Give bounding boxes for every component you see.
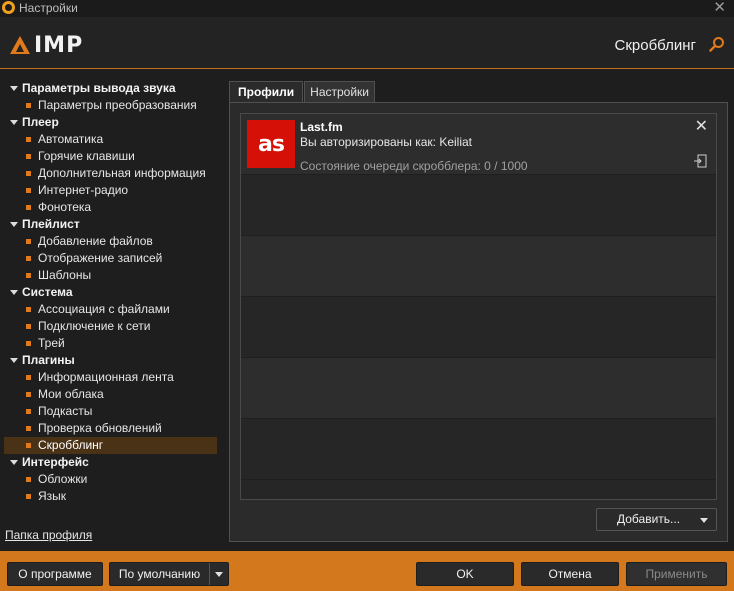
lastfm-logo-icon: as [247,120,295,168]
logout-icon[interactable] [694,154,708,168]
nav-group[interactable]: Параметры вывода звука [4,80,217,97]
tab-profiles[interactable]: Профили [229,81,304,102]
empty-row [241,419,716,480]
empty-row [241,236,716,297]
nav-item[interactable]: Горячие клавиши [4,148,217,165]
nav-item[interactable]: Добавление файлов [4,233,217,250]
nav-item[interactable]: Подкасты [4,403,217,420]
nav-item[interactable]: Язык [4,488,217,505]
add-account-button[interactable]: Добавить... [596,508,717,531]
about-button[interactable]: О программе [7,562,103,586]
settings-nav-tree: Параметры вывода звука Параметры преобраз… [4,80,217,520]
nav-item[interactable]: Трей [4,335,217,352]
empty-row [241,358,716,419]
aimp-triangle-icon [10,36,30,54]
brand-logo: IMP [10,32,84,58]
account-user-status: Вы авторизированы как: Keiliat [300,135,473,149]
window-titlebar: Настройки ✕ [0,0,734,17]
nav-item[interactable]: Шаблоны [4,267,217,284]
add-account-label: Добавить... [617,512,681,526]
defaults-label: По умолчанию [118,567,201,581]
cancel-button[interactable]: Отмена [521,562,619,586]
window-title: Настройки [19,1,78,15]
nav-item[interactable]: Скробблинг [4,437,217,454]
empty-row [241,297,716,358]
account-service-name: Last.fm [300,120,343,134]
nav-group[interactable]: Плагины [4,352,217,369]
nav-item[interactable]: Интернет-радио [4,182,217,199]
profiles-panel: as Last.fm Вы авторизированы как: Keilia… [229,102,728,542]
nav-item[interactable]: Обложки [4,471,217,488]
chevron-down-icon [700,518,708,523]
nav-item[interactable]: Автоматика [4,131,217,148]
search-icon[interactable] [709,36,725,52]
nav-group[interactable]: Интерфейс [4,454,217,471]
dialog-footer: О программе По умолчанию OK Отмена Приме… [0,551,734,591]
remove-account-button[interactable]: ✕ [695,119,708,135]
empty-row [241,175,716,236]
nav-item[interactable]: Ассоциация с файлами [4,301,217,318]
nav-item[interactable]: Параметры преобразования [4,97,217,114]
nav-item[interactable]: Фонотека [4,199,217,216]
profile-folder-link[interactable]: Папка профиля [5,528,92,542]
apply-button[interactable]: Применить [626,562,727,586]
nav-group[interactable]: Система [4,284,217,301]
nav-group[interactable]: Плейлист [4,216,217,233]
ok-button[interactable]: OK [416,562,514,586]
nav-item[interactable]: Информационная лента [4,369,217,386]
nav-item[interactable]: Отображение записей [4,250,217,267]
profiles-list: as Last.fm Вы авторизированы как: Keilia… [240,113,717,500]
brand-text: IMP [34,32,84,58]
tab-settings[interactable]: Настройки [304,81,376,102]
nav-item[interactable]: Мои облака [4,386,217,403]
page-title: Скробблинг [614,37,696,54]
nav-item[interactable]: Дополнительная информация [4,165,217,182]
nav-item[interactable]: Подключение к сети [4,318,217,335]
aimp-logo-icon [2,1,15,14]
defaults-button[interactable]: По умолчанию [109,562,229,586]
tab-bar: Профили Настройки [229,81,376,102]
lastfm-logo-text: as [258,131,285,157]
scrobble-queue-status: Состояние очереди скробблера: 0 / 1000 [300,159,528,173]
chevron-down-icon[interactable] [209,563,228,585]
settings-header: IMP Скробблинг [0,17,734,69]
window-close-button[interactable]: ✕ [713,0,726,16]
account-row-lastfm[interactable]: as Last.fm Вы авторизированы как: Keilia… [241,114,716,175]
nav-group[interactable]: Плеер [4,114,217,131]
nav-item[interactable]: Проверка обновлений [4,420,217,437]
